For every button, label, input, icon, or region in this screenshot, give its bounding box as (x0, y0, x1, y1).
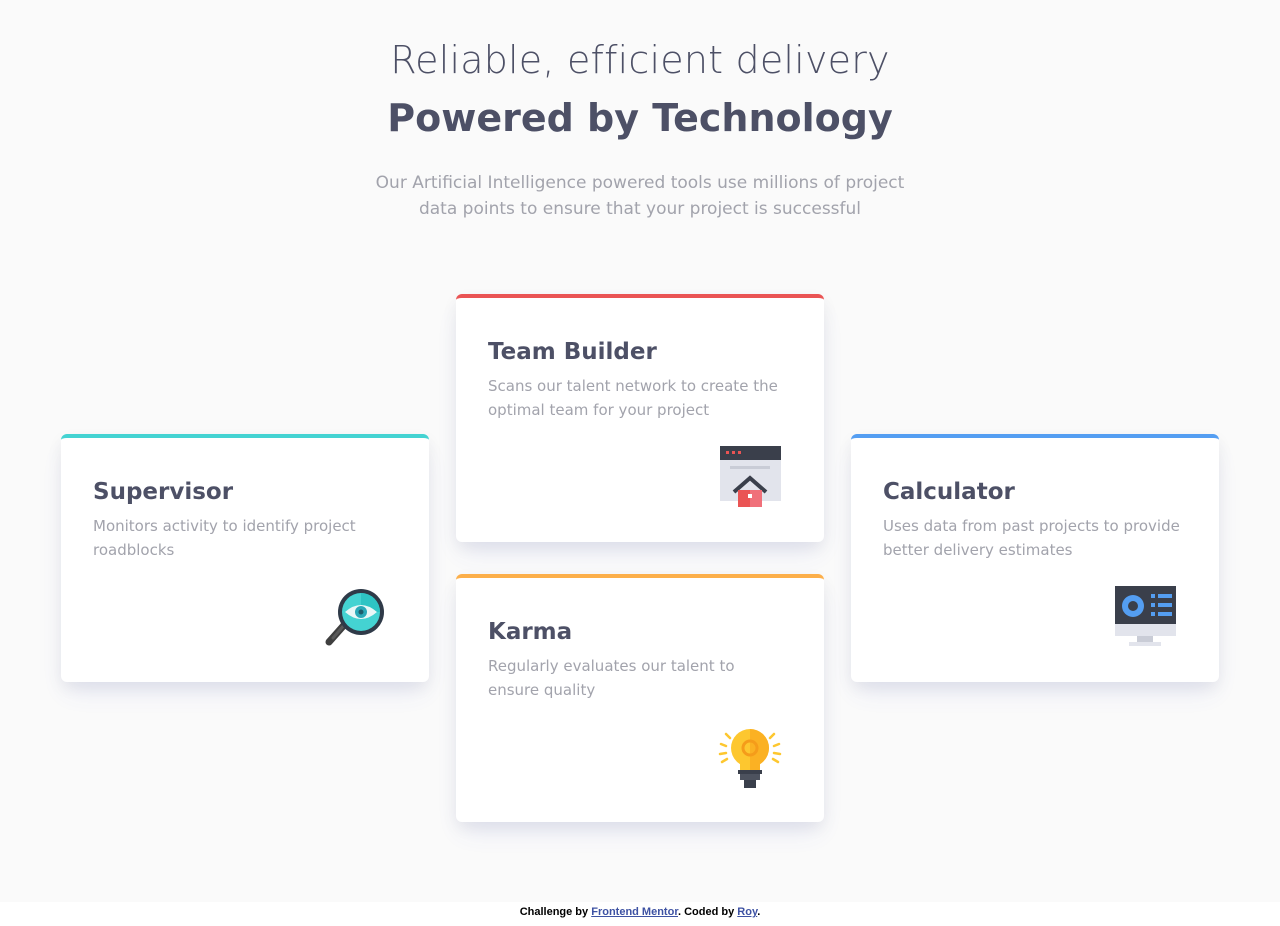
attribution-prefix: Challenge by (519, 906, 592, 918)
attribution-suffix: . (757, 906, 761, 918)
main-section: Reliable, efficient delivery Powered by … (0, 0, 1280, 902)
card-title: Calculator (883, 479, 1015, 505)
magnifier-eye-icon (325, 589, 384, 646)
browser-house-icon (720, 446, 781, 507)
headline-light: Reliable, efficient delivery (390, 38, 890, 82)
intro-text: Our Artificial Intelligence powered tool… (375, 173, 905, 219)
card-karma: Karma Regularly evaluates our talent to … (456, 574, 824, 822)
attribution-footer: Challenge by Frontend Mentor. Coded by R… (0, 902, 1280, 926)
card-description: Regularly evaluates our talent to ensure… (488, 657, 735, 699)
frontend-mentor-link[interactable]: Frontend Mentor (591, 906, 678, 918)
card-description: Monitors activity to identify project ro… (93, 517, 356, 559)
card-description: Scans our talent network to create the o… (488, 377, 778, 419)
headline-bold: Powered by Technology (387, 96, 893, 140)
card-title: Supervisor (93, 479, 234, 505)
card-team-builder: Team Builder Scans our talent network to… (456, 294, 824, 542)
attribution-middle: . Coded by (678, 906, 738, 918)
card-title: Karma (488, 619, 573, 645)
lightbulb-icon (718, 729, 782, 788)
card-calculator: Calculator Uses data from past projects … (851, 434, 1219, 682)
author-link[interactable]: Roy (737, 906, 757, 918)
card-supervisor: Supervisor Monitors activity to identify… (61, 434, 429, 682)
monitor-chart-icon (1115, 586, 1176, 646)
card-description: Uses data from past projects to provide … (883, 517, 1180, 559)
card-title: Team Builder (488, 339, 657, 365)
